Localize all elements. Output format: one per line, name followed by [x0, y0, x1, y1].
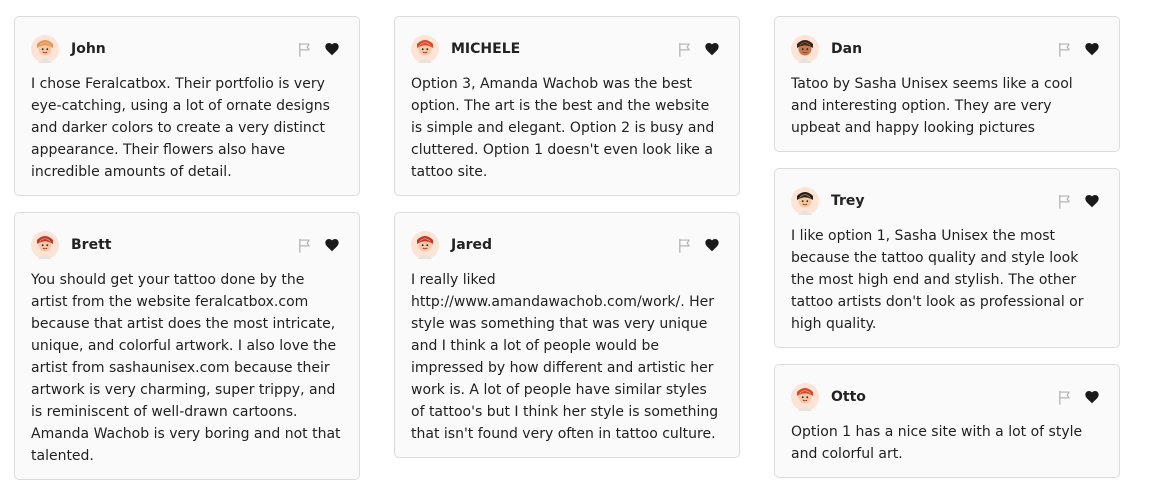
comment-header: Jared [411, 229, 723, 261]
comment-text: I really liked http://www.amandawachob.c… [411, 272, 719, 442]
flag-icon[interactable] [293, 38, 315, 60]
author-name: Trey [831, 193, 865, 209]
comment-text: Option 3, Amanda Wachob was the best opt… [411, 76, 715, 180]
author-name: Dan [831, 41, 863, 57]
comment-header: Brett [31, 229, 343, 261]
avatar-icon [791, 35, 819, 63]
comment-actions [293, 38, 343, 60]
heart-icon[interactable] [1081, 386, 1103, 408]
avatar-icon [791, 383, 819, 411]
comment-column: John I chose Feralcatbox. Their portfolio… [14, 16, 360, 496]
avatar-icon [791, 187, 819, 215]
flag-icon[interactable] [293, 234, 315, 256]
comment-actions [673, 38, 723, 60]
heart-icon[interactable] [1081, 190, 1103, 212]
comment-header: MICHELE [411, 33, 723, 65]
comment-header: Dan [791, 33, 1103, 65]
comment-card: Otto Option 1 has a nice site with a lot … [774, 364, 1120, 478]
comment-column: Dan Tatoo by Sasha Unisex seems like a co… [774, 16, 1120, 494]
comment-column: MICHELE Option 3, Amanda Wachob was the b… [394, 16, 740, 474]
author-name: Jared [451, 237, 493, 253]
comment-header: Otto [791, 381, 1103, 413]
comment-header: John [31, 33, 343, 65]
heart-icon[interactable] [701, 234, 723, 256]
heart-icon[interactable] [701, 38, 723, 60]
comment-card: Dan Tatoo by Sasha Unisex seems like a co… [774, 16, 1120, 152]
comment-text: I chose Feralcatbox. Their portfolio is … [31, 76, 330, 180]
comment-card: Jared I really liked http://www.amandawac… [394, 212, 740, 458]
comment-card: MICHELE Option 3, Amanda Wachob was the b… [394, 16, 740, 196]
avatar-icon [411, 35, 439, 63]
comment-actions [1053, 38, 1103, 60]
comment-card: Trey I like option 1, Sasha Unisex the mo… [774, 168, 1120, 348]
comment-actions [1053, 386, 1103, 408]
flag-icon[interactable] [673, 38, 695, 60]
avatar-icon [411, 231, 439, 259]
flag-icon[interactable] [1053, 190, 1075, 212]
comment-text: Option 1 has a nice site with a lot of s… [791, 424, 1083, 462]
comment-text: You should get your tattoo done by the a… [31, 272, 341, 464]
flag-icon[interactable] [1053, 386, 1075, 408]
avatar-icon [31, 35, 59, 63]
comment-card: John I chose Feralcatbox. Their portfolio… [14, 16, 360, 196]
comment-actions [673, 234, 723, 256]
author-name: MICHELE [451, 41, 521, 57]
flag-icon[interactable] [1053, 38, 1075, 60]
comment-text: Tatoo by Sasha Unisex seems like a cool … [791, 76, 1073, 136]
author-name: Otto [831, 389, 866, 405]
flag-icon[interactable] [673, 234, 695, 256]
comment-text: I like option 1, Sasha Unisex the most b… [791, 228, 1084, 332]
author-name: Brett [71, 237, 112, 253]
comment-actions [1053, 190, 1103, 212]
heart-icon[interactable] [1081, 38, 1103, 60]
comment-actions [293, 234, 343, 256]
comment-header: Trey [791, 185, 1103, 217]
avatar-icon [31, 231, 59, 259]
heart-icon[interactable] [321, 38, 343, 60]
heart-icon[interactable] [321, 234, 343, 256]
author-name: John [71, 41, 106, 57]
comment-card: Brett You should get your tattoo done by … [14, 212, 360, 480]
